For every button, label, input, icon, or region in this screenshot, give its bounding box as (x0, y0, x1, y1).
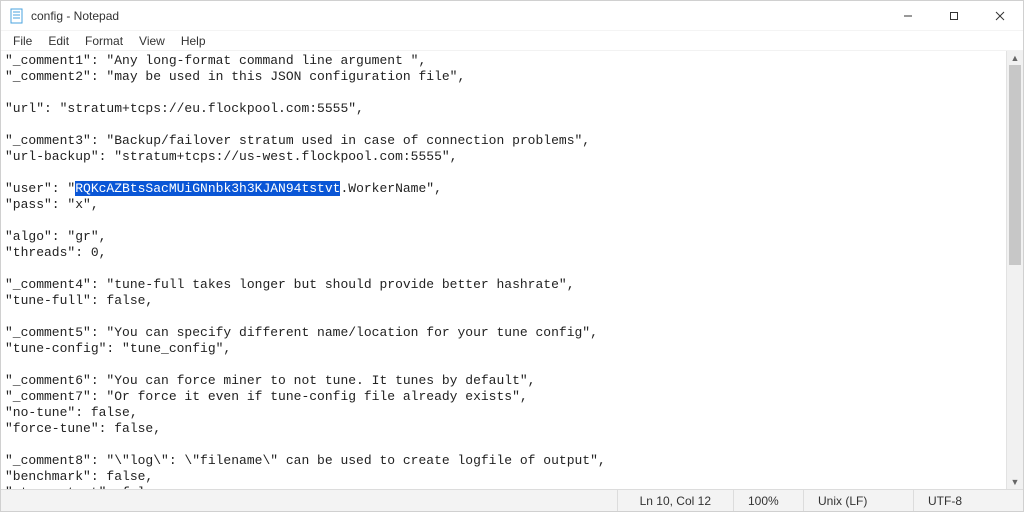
editor-line: "tune-config": "tune_config", (5, 341, 1002, 357)
editor-line (5, 261, 1002, 277)
editor-line: "url": "stratum+tcps://eu.flockpool.com:… (5, 101, 1002, 117)
menu-help[interactable]: Help (173, 32, 214, 50)
editor-line: "_comment3": "Backup/failover stratum us… (5, 133, 1002, 149)
menu-view[interactable]: View (131, 32, 173, 50)
close-button[interactable] (977, 1, 1023, 30)
editor-line: "force-tune": false, (5, 421, 1002, 437)
editor-line (5, 309, 1002, 325)
editor-line: "_comment8": "\"log\": \"filename\" can … (5, 453, 1002, 469)
editor-line: "_comment7": "Or force it even if tune-c… (5, 389, 1002, 405)
window-controls (885, 1, 1023, 30)
maximize-button[interactable] (931, 1, 977, 30)
status-bar: Ln 10, Col 12 100% Unix (LF) UTF-8 (1, 489, 1023, 511)
editor-line: "_comment6": "You can force miner to not… (5, 373, 1002, 389)
editor-line: "_comment5": "You can specify different … (5, 325, 1002, 341)
menu-format[interactable]: Format (77, 32, 131, 50)
editor-line: "tune-full": false, (5, 293, 1002, 309)
editor-line: "pass": "x", (5, 197, 1002, 213)
status-line-ending: Unix (LF) (803, 490, 913, 511)
editor-line: "_comment4": "tune-full takes longer but… (5, 277, 1002, 293)
menu-edit[interactable]: Edit (40, 32, 77, 50)
editor-line (5, 437, 1002, 453)
editor-line: "stress-test": false, (5, 485, 1002, 489)
editor-line (5, 85, 1002, 101)
menu-file[interactable]: File (5, 32, 40, 50)
editor-line: "threads": 0, (5, 245, 1002, 261)
menu-bar: File Edit Format View Help (1, 31, 1023, 51)
status-cursor-position: Ln 10, Col 12 (617, 490, 733, 511)
minimize-button[interactable] (885, 1, 931, 30)
editor-line: "_comment2": "may be used in this JSON c… (5, 69, 1002, 85)
editor-container: "_comment1": "Any long-format command li… (1, 51, 1023, 489)
status-encoding: UTF-8 (913, 490, 1023, 511)
status-zoom: 100% (733, 490, 803, 511)
window-title: config - Notepad (31, 9, 119, 23)
editor-line (5, 357, 1002, 373)
scrollbar-thumb[interactable] (1009, 65, 1021, 265)
editor-line: "no-tune": false, (5, 405, 1002, 421)
editor-line: "benchmark": false, (5, 469, 1002, 485)
scroll-up-arrow[interactable]: ▲ (1007, 51, 1023, 65)
text-editor[interactable]: "_comment1": "Any long-format command li… (1, 51, 1006, 489)
title-bar: config - Notepad (1, 1, 1023, 31)
editor-line: "_comment1": "Any long-format command li… (5, 53, 1002, 69)
text-selection: RQKcAZBtsSacMUiGNnbk3h3KJAN94tstvt (75, 181, 340, 196)
editor-line (5, 117, 1002, 133)
scroll-down-arrow[interactable]: ▼ (1007, 475, 1023, 489)
editor-line: "user": "RQKcAZBtsSacMUiGNnbk3h3KJAN94ts… (5, 181, 1002, 197)
editor-line: "algo": "gr", (5, 229, 1002, 245)
notepad-icon (9, 8, 25, 24)
editor-line: "url-backup": "stratum+tcps://us-west.fl… (5, 149, 1002, 165)
vertical-scrollbar[interactable]: ▲ ▼ (1006, 51, 1023, 489)
editor-line (5, 213, 1002, 229)
editor-line (5, 165, 1002, 181)
